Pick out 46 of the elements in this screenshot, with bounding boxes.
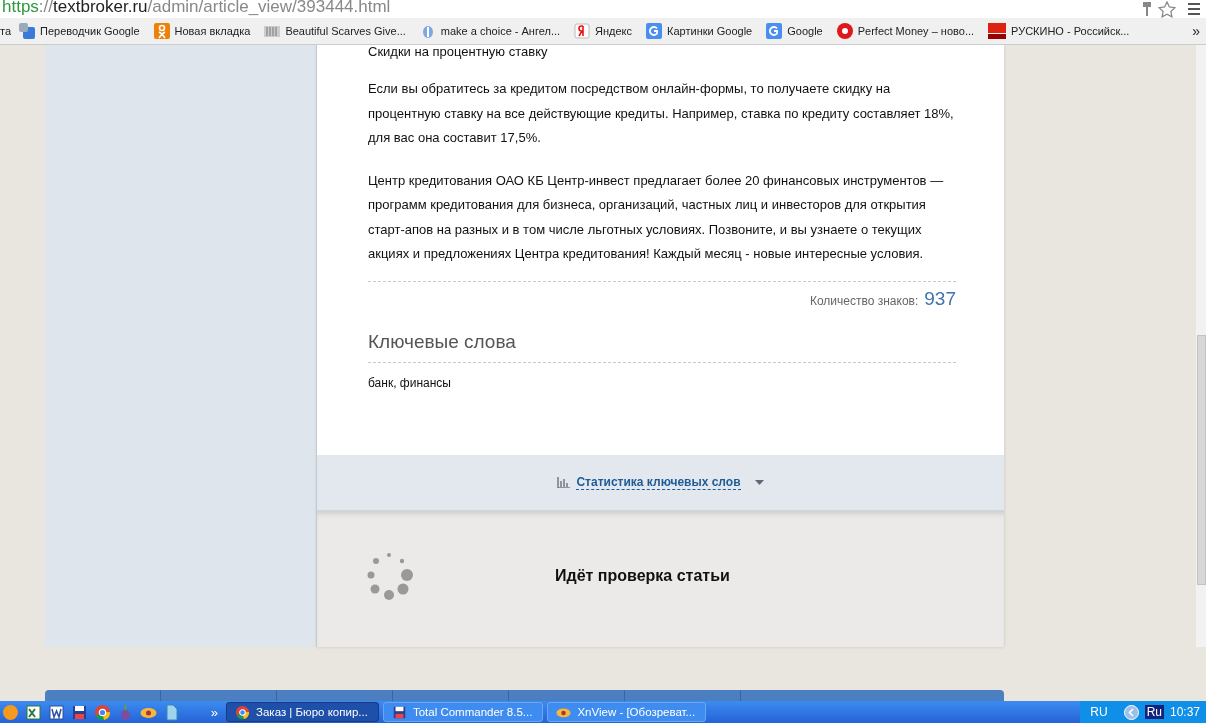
bookmark[interactable]: Картинки Google bbox=[646, 23, 753, 39]
spreadsheet-icon[interactable] bbox=[25, 703, 42, 721]
bookmark[interactable]: make a choice - Ангел... bbox=[419, 23, 561, 39]
bookmark[interactable]: Google bbox=[766, 23, 823, 39]
bookmark[interactable]: та bbox=[0, 25, 12, 37]
chevron-left-icon[interactable] bbox=[1123, 704, 1139, 720]
keywords-text: банк, финансы bbox=[368, 375, 452, 390]
more-bookmarks-button[interactable]: » bbox=[1192, 23, 1200, 39]
caret-icon[interactable] bbox=[754, 479, 764, 486]
site-icon bbox=[264, 23, 281, 39]
bookmark[interactable]: Perfect Money – ново... bbox=[836, 23, 975, 39]
menu-icon[interactable] bbox=[1188, 3, 1200, 15]
bookmark[interactable]: Новая вкладка bbox=[153, 23, 251, 39]
person-logo-icon bbox=[153, 23, 170, 39]
ball-icon[interactable] bbox=[2, 703, 19, 721]
keywords-heading: Ключевые слова bbox=[368, 329, 517, 354]
address-bar[interactable]: https://textbroker.ru/admin/article_view/393444.html bbox=[0, 0, 1206, 18]
film-logo-icon bbox=[988, 23, 1007, 39]
article-paragraph: Если вы обратитесь за кредитом посредством онлайн-формы, то получаете скидку на процентную ставку на все действующие кредиты. Например, ставка по кредиту составляет 18%, для вас она составит 17,5%. bbox=[368, 80, 955, 147]
input-language-indicator[interactable]: Ru bbox=[1144, 705, 1164, 719]
char-count-label: Количество знаков: bbox=[809, 293, 919, 308]
bookmark[interactable]: РУСКИНО - Российск... bbox=[988, 23, 1130, 39]
translate-icon bbox=[19, 23, 36, 39]
letter-logo-icon bbox=[574, 23, 591, 39]
key-icon[interactable] bbox=[1142, 1, 1152, 17]
article-subheading: Скидки на процентную ставку bbox=[368, 45, 549, 59]
keyword-stats-link[interactable]: Статистика ключевых слов bbox=[576, 475, 741, 490]
more-shortcuts-button[interactable]: » bbox=[210, 704, 218, 720]
bookmark[interactable]: Beautiful Scarves Give... bbox=[264, 23, 406, 39]
bookmark[interactable]: Яндекс bbox=[574, 23, 633, 39]
document-icon[interactable] bbox=[48, 703, 65, 721]
ring-logo-icon bbox=[836, 23, 853, 39]
article-paragraph: Центр кредитования ОАО КБ Центр-инвест предлагает более 20 финансовых инструментов — программ кредитования для бизнеса, организаций, частных лиц и инвесторов для открытия старт-апов на разных и в том числе льготных условиях. Позвоните, и вы узнаете о текущих акциях и предложениях Центра кредитования! Каждый месяц - новые интересные условия. bbox=[368, 171, 945, 263]
google-icon bbox=[766, 23, 783, 39]
file-icon[interactable] bbox=[163, 703, 180, 721]
char-count-value: 937 bbox=[924, 287, 956, 310]
browser-icon[interactable] bbox=[94, 703, 111, 721]
star-icon[interactable] bbox=[1158, 0, 1176, 18]
google-icon bbox=[646, 23, 663, 39]
taskbar-button[interactable]: Заказ | Бюро копир... bbox=[226, 702, 379, 722]
check-status-text: Идёт проверка статьи bbox=[555, 567, 730, 585]
clock: 10:37 bbox=[1169, 705, 1200, 719]
browser-icon bbox=[235, 704, 250, 720]
bookmark[interactable]: Переводчик Google bbox=[19, 23, 140, 39]
bar-chart-icon bbox=[557, 477, 571, 488]
url-text: https://textbroker.ru/admin/article_view/393444.html bbox=[2, 0, 392, 16]
